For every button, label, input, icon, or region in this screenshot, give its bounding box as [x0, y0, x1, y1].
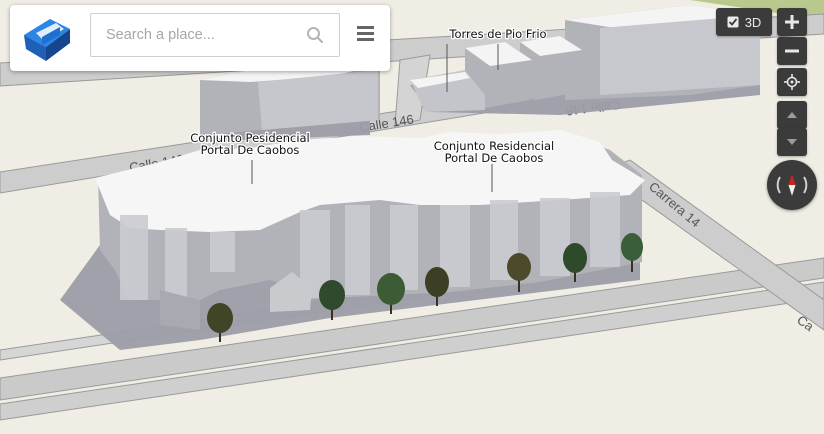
zoom-out-button[interactable] — [777, 37, 807, 65]
plus-icon — [785, 15, 799, 29]
locate-button[interactable] — [777, 68, 807, 96]
search-icon[interactable] — [306, 26, 324, 44]
3d-toggle-label: 3D — [744, 14, 762, 30]
minus-icon — [785, 49, 799, 53]
menu-icon[interactable] — [357, 26, 374, 41]
tilt-down-button[interactable] — [777, 128, 807, 156]
compass-button[interactable] — [767, 160, 817, 210]
3d-toggle-button[interactable]: 3D — [716, 8, 772, 36]
triangle-up-icon — [787, 112, 797, 118]
locate-icon — [784, 74, 800, 90]
building-label: Torres de Pio Frio — [448, 27, 546, 41]
search-panel — [10, 5, 390, 71]
compass-icon — [776, 174, 808, 196]
triangle-down-icon — [787, 139, 797, 145]
building-label: Portal De Caobos — [445, 151, 544, 165]
building-label: Portal De Caobos — [201, 143, 300, 157]
checkbox-checked-icon — [727, 16, 739, 28]
tilt-up-button[interactable] — [777, 101, 807, 129]
zoom-in-button[interactable] — [777, 8, 807, 36]
app-logo-icon[interactable] — [20, 13, 74, 63]
search-input[interactable] — [90, 13, 340, 57]
